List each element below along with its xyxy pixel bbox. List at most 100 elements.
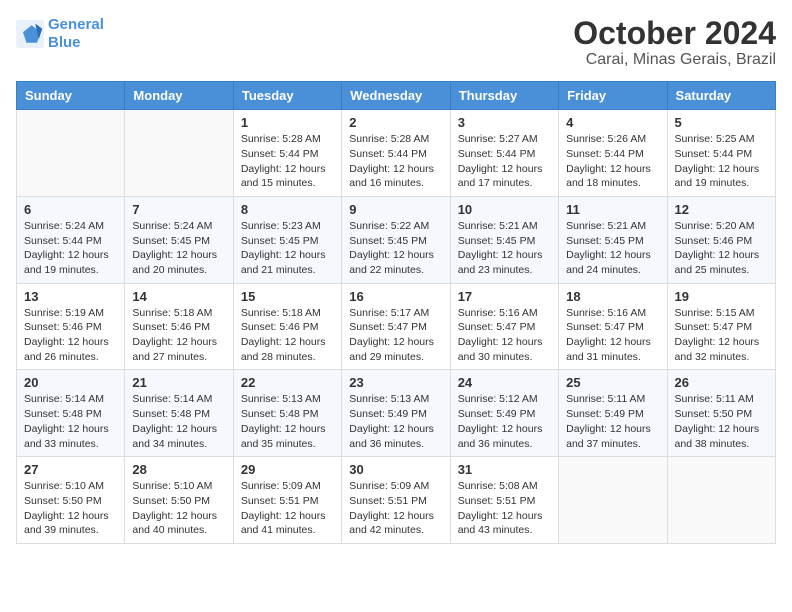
calendar-day-cell: 12 Sunrise: 5:20 AMSunset: 5:46 PMDayligh… <box>667 196 775 283</box>
calendar-header-row: SundayMondayTuesdayWednesdayThursdayFrid… <box>17 82 776 110</box>
day-number: 26 <box>675 375 768 390</box>
day-number: 19 <box>675 289 768 304</box>
day-number: 13 <box>24 289 117 304</box>
calendar-day-cell: 20Sunrise: 5:14 AMSunset: 5:48 PMDayligh… <box>17 370 125 457</box>
day-info: Sunrise: 5:11 AMSunset: 5:49 PMDaylight:… <box>566 392 659 451</box>
logo: General Blue <box>16 16 104 52</box>
page-title: October 2024 <box>573 16 776 51</box>
day-number: 3 <box>458 115 551 130</box>
day-number: 30 <box>349 462 442 477</box>
day-info: Sunrise: 5:19 AMSunset: 5:46 PMDaylight:… <box>24 306 117 365</box>
day-number: 2 <box>349 115 442 130</box>
title-block: October 2024 Carai, Minas Gerais, Brazil <box>573 16 776 69</box>
day-number: 4 <box>566 115 659 130</box>
logo-icon <box>16 20 44 48</box>
weekday-header: Monday <box>125 82 233 110</box>
calendar-day-cell: 16Sunrise: 5:17 AMSunset: 5:47 PMDayligh… <box>342 283 450 370</box>
calendar-day-cell: 24 Sunrise: 5:12 AMSunset: 5:49 PMDayligh… <box>450 370 558 457</box>
logo-text: General Blue <box>48 16 104 52</box>
day-info: Sunrise: 5:16 AMSunset: 5:47 PMDaylight:… <box>458 306 551 365</box>
calendar-day-cell: 1 Sunrise: 5:28 AMSunset: 5:44 PMDaylight… <box>233 110 341 197</box>
day-info: Sunrise: 5:08 AMSunset: 5:51 PMDaylight:… <box>458 479 551 538</box>
day-info: Sunrise: 5:09 AMSunset: 5:51 PMDaylight:… <box>349 479 442 538</box>
day-number: 20 <box>24 375 117 390</box>
weekday-header: Sunday <box>17 82 125 110</box>
calendar-day-cell: 5 Sunrise: 5:25 AMSunset: 5:44 PMDaylight… <box>667 110 775 197</box>
day-number: 31 <box>458 462 551 477</box>
calendar-day-cell: 14Sunrise: 5:18 AMSunset: 5:46 PMDayligh… <box>125 283 233 370</box>
day-number: 21 <box>132 375 225 390</box>
day-number: 14 <box>132 289 225 304</box>
day-info: Sunrise: 5:18 AMSunset: 5:46 PMDaylight:… <box>241 306 334 365</box>
calendar-day-cell: 2 Sunrise: 5:28 AMSunset: 5:44 PMDaylight… <box>342 110 450 197</box>
day-info: Sunrise: 5:21 AMSunset: 5:45 PMDaylight:… <box>566 219 659 278</box>
day-info: Sunrise: 5:10 AMSunset: 5:50 PMDaylight:… <box>132 479 225 538</box>
weekday-header: Thursday <box>450 82 558 110</box>
day-info: Sunrise: 5:25 AMSunset: 5:44 PMDaylight:… <box>675 132 768 191</box>
day-number: 27 <box>24 462 117 477</box>
day-number: 8 <box>241 202 334 217</box>
calendar-day-cell <box>667 457 775 544</box>
day-info: Sunrise: 5:17 AMSunset: 5:47 PMDaylight:… <box>349 306 442 365</box>
day-info: Sunrise: 5:21 AMSunset: 5:45 PMDaylight:… <box>458 219 551 278</box>
day-number: 5 <box>675 115 768 130</box>
day-number: 17 <box>458 289 551 304</box>
day-info: Sunrise: 5:14 AMSunset: 5:48 PMDaylight:… <box>132 392 225 451</box>
day-info: Sunrise: 5:10 AMSunset: 5:50 PMDaylight:… <box>24 479 117 538</box>
calendar-day-cell: 8 Sunrise: 5:23 AMSunset: 5:45 PMDaylight… <box>233 196 341 283</box>
calendar-day-cell: 6 Sunrise: 5:24 AMSunset: 5:44 PMDaylight… <box>17 196 125 283</box>
day-info: Sunrise: 5:24 AMSunset: 5:44 PMDaylight:… <box>24 219 117 278</box>
calendar-day-cell: 21 Sunrise: 5:14 AMSunset: 5:48 PMDayligh… <box>125 370 233 457</box>
day-number: 6 <box>24 202 117 217</box>
day-number: 11 <box>566 202 659 217</box>
calendar-week-row: 27 Sunrise: 5:10 AMSunset: 5:50 PMDayligh… <box>17 457 776 544</box>
day-number: 23 <box>349 375 442 390</box>
day-number: 1 <box>241 115 334 130</box>
day-info: Sunrise: 5:26 AMSunset: 5:44 PMDaylight:… <box>566 132 659 191</box>
calendar-day-cell: 27 Sunrise: 5:10 AMSunset: 5:50 PMDayligh… <box>17 457 125 544</box>
day-number: 7 <box>132 202 225 217</box>
day-info: Sunrise: 5:28 AMSunset: 5:44 PMDaylight:… <box>349 132 442 191</box>
calendar-day-cell: 28 Sunrise: 5:10 AMSunset: 5:50 PMDayligh… <box>125 457 233 544</box>
calendar-day-cell <box>17 110 125 197</box>
day-info: Sunrise: 5:22 AMSunset: 5:45 PMDaylight:… <box>349 219 442 278</box>
calendar-day-cell: 23 Sunrise: 5:13 AMSunset: 5:49 PMDayligh… <box>342 370 450 457</box>
day-info: Sunrise: 5:13 AMSunset: 5:49 PMDaylight:… <box>349 392 442 451</box>
day-info: Sunrise: 5:20 AMSunset: 5:46 PMDaylight:… <box>675 219 768 278</box>
calendar-day-cell: 3Sunrise: 5:27 AMSunset: 5:44 PMDaylight… <box>450 110 558 197</box>
day-info: Sunrise: 5:11 AMSunset: 5:50 PMDaylight:… <box>675 392 768 451</box>
logo-line1: General <box>48 16 104 33</box>
day-number: 24 <box>458 375 551 390</box>
day-info: Sunrise: 5:28 AMSunset: 5:44 PMDaylight:… <box>241 132 334 191</box>
calendar-day-cell: 9 Sunrise: 5:22 AMSunset: 5:45 PMDaylight… <box>342 196 450 283</box>
day-info: Sunrise: 5:12 AMSunset: 5:49 PMDaylight:… <box>458 392 551 451</box>
page-header: General Blue October 2024 Carai, Minas G… <box>16 16 776 69</box>
calendar-week-row: 13 Sunrise: 5:19 AMSunset: 5:46 PMDayligh… <box>17 283 776 370</box>
weekday-header: Wednesday <box>342 82 450 110</box>
calendar-day-cell: 22 Sunrise: 5:13 AMSunset: 5:48 PMDayligh… <box>233 370 341 457</box>
calendar-day-cell <box>559 457 667 544</box>
calendar-day-cell: 30 Sunrise: 5:09 AMSunset: 5:51 PMDayligh… <box>342 457 450 544</box>
day-number: 25 <box>566 375 659 390</box>
calendar-week-row: 1 Sunrise: 5:28 AMSunset: 5:44 PMDaylight… <box>17 110 776 197</box>
calendar-week-row: 20 Sunrise: 5:14 AMSunset: 5:48 PMDayligh… <box>17 370 776 457</box>
calendar-day-cell: 17 Sunrise: 5:16 AMSunset: 5:47 PMDayligh… <box>450 283 558 370</box>
day-number: 28 <box>132 462 225 477</box>
day-info: Sunrise: 5:09 AMSunset: 5:51 PMDaylight:… <box>241 479 334 538</box>
day-number: 9 <box>349 202 442 217</box>
day-number: 12 <box>675 202 768 217</box>
calendar-week-row: 6 Sunrise: 5:24 AMSunset: 5:44 PMDaylight… <box>17 196 776 283</box>
day-info: Sunrise: 5:16 AMSunset: 5:47 PMDaylight:… <box>566 306 659 365</box>
day-number: 10 <box>458 202 551 217</box>
calendar-table: SundayMondayTuesdayWednesdayThursdayFrid… <box>16 81 776 544</box>
day-number: 22 <box>241 375 334 390</box>
calendar-day-cell: 25 Sunrise: 5:11 AMSunset: 5:49 PMDayligh… <box>559 370 667 457</box>
weekday-header: Tuesday <box>233 82 341 110</box>
day-number: 18 <box>566 289 659 304</box>
logo-line2: Blue <box>48 34 81 51</box>
calendar-day-cell: 7Sunrise: 5:24 AMSunset: 5:45 PMDaylight… <box>125 196 233 283</box>
day-info: Sunrise: 5:23 AMSunset: 5:45 PMDaylight:… <box>241 219 334 278</box>
day-info: Sunrise: 5:13 AMSunset: 5:48 PMDaylight:… <box>241 392 334 451</box>
calendar-day-cell: 15Sunrise: 5:18 AMSunset: 5:46 PMDayligh… <box>233 283 341 370</box>
calendar-day-cell: 4 Sunrise: 5:26 AMSunset: 5:44 PMDaylight… <box>559 110 667 197</box>
